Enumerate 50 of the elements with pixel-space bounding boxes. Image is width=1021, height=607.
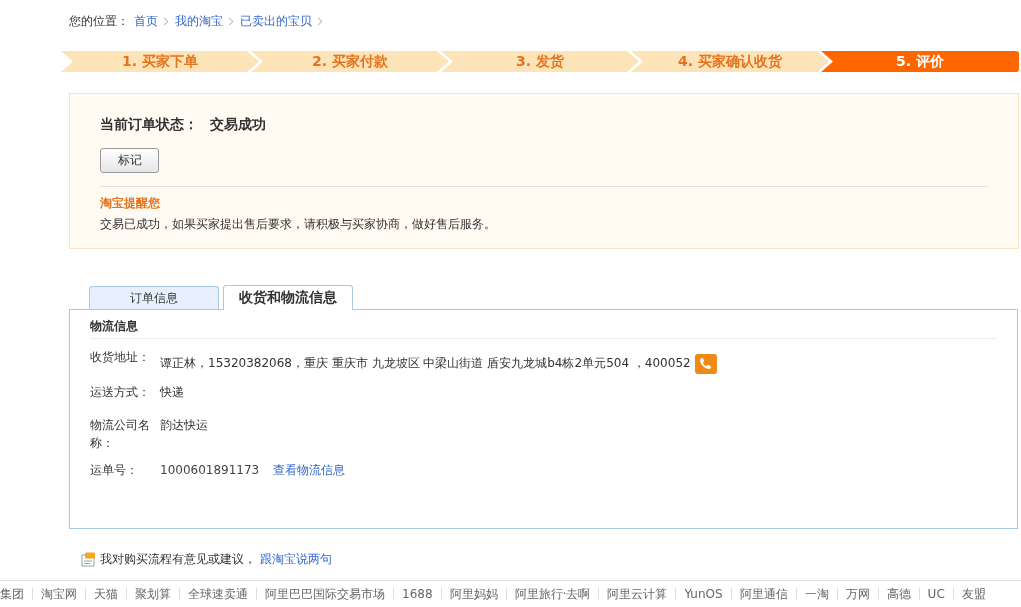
chevron-icon [228, 17, 235, 26]
footer-link[interactable]: 天猫 [85, 588, 126, 600]
breadcrumb-link[interactable]: 首页 [134, 13, 158, 30]
comment-icon [81, 551, 96, 567]
tip-title: 淘宝提醒您 [100, 195, 161, 213]
footer-link[interactable]: 阿里巴巴国际交易市场 [256, 588, 393, 600]
progress-step: 1. 买家下单 [61, 51, 259, 73]
footer-link[interactable]: 高德 [877, 588, 919, 600]
breadcrumb-label: 您的位置： [69, 13, 129, 30]
feedback-link[interactable]: 跟淘宝说两句 [260, 550, 332, 568]
field-label: 运单号： [90, 462, 139, 479]
footer-link[interactable]: YunOS [675, 588, 731, 600]
logistics-link[interactable]: 查看物流信息 [273, 461, 346, 479]
field-label: 物流公司名称： [90, 417, 151, 452]
status-label: 当前订单状态： [100, 116, 198, 135]
breadcrumb-link[interactable]: 我的淘宝 [175, 13, 223, 30]
footer-link[interactable]: 阿里云计算 [598, 588, 676, 600]
tracking-number: 1000601891173 [160, 462, 260, 479]
footer-link[interactable]: 阿里妈妈 [440, 588, 506, 600]
footer-link[interactable]: 淘宝网 [32, 588, 85, 600]
status-value: 交易成功 [210, 116, 266, 135]
field-value: 快递 [160, 384, 184, 401]
chevron-icon [163, 17, 170, 26]
chevron-icon [317, 17, 324, 26]
footer-link[interactable]: 阿里旅行·去啊 [505, 588, 599, 600]
footer-link[interactable]: 集团 [0, 588, 32, 600]
footer-link[interactable]: 一淘 [795, 588, 837, 600]
progress-step: 2. 买家付款 [251, 51, 449, 73]
footer-link[interactable]: 1688 [393, 588, 441, 600]
mark-button[interactable]: 标记 [100, 148, 159, 174]
phone-icon[interactable] [694, 354, 717, 374]
section-heading: 物流信息 [90, 318, 997, 339]
progress-step: 5. 评价 [821, 51, 1019, 73]
footer-link[interactable]: 聚划算 [126, 588, 179, 600]
tip-text: 交易已成功，如果买家提出售后要求，请积极与买家协商，做好售后服务。 [100, 216, 497, 234]
footer-link[interactable]: UC [918, 588, 953, 600]
field-label: 收货地址： [90, 349, 151, 366]
breadcrumb-link[interactable]: 已卖出的宝贝 [240, 13, 312, 30]
tab[interactable]: 订单信息 [89, 286, 219, 309]
footer-link[interactable]: 万网 [836, 588, 878, 600]
field-value: 韵达快运 [160, 417, 208, 434]
progress-step: 3. 发货 [441, 51, 639, 73]
address-text: 谭正林，15320382068，重庆 重庆市 九龙坡区 中梁山街道 盾安九龙城b4栋2单元504 ，400052 [160, 355, 691, 372]
footer-link[interactable]: 全球速卖通 [179, 588, 256, 600]
progress-step: 4. 买家确认收货 [631, 51, 829, 73]
feedback-text: 我对购买流程有意见或建议， [100, 550, 256, 568]
field-label: 运送方式： [90, 384, 151, 401]
footer-link[interactable]: 友盟 [952, 588, 994, 600]
footer-link[interactable]: 阿里通信 [730, 588, 796, 600]
tab[interactable]: 收货和物流信息 [223, 285, 353, 310]
